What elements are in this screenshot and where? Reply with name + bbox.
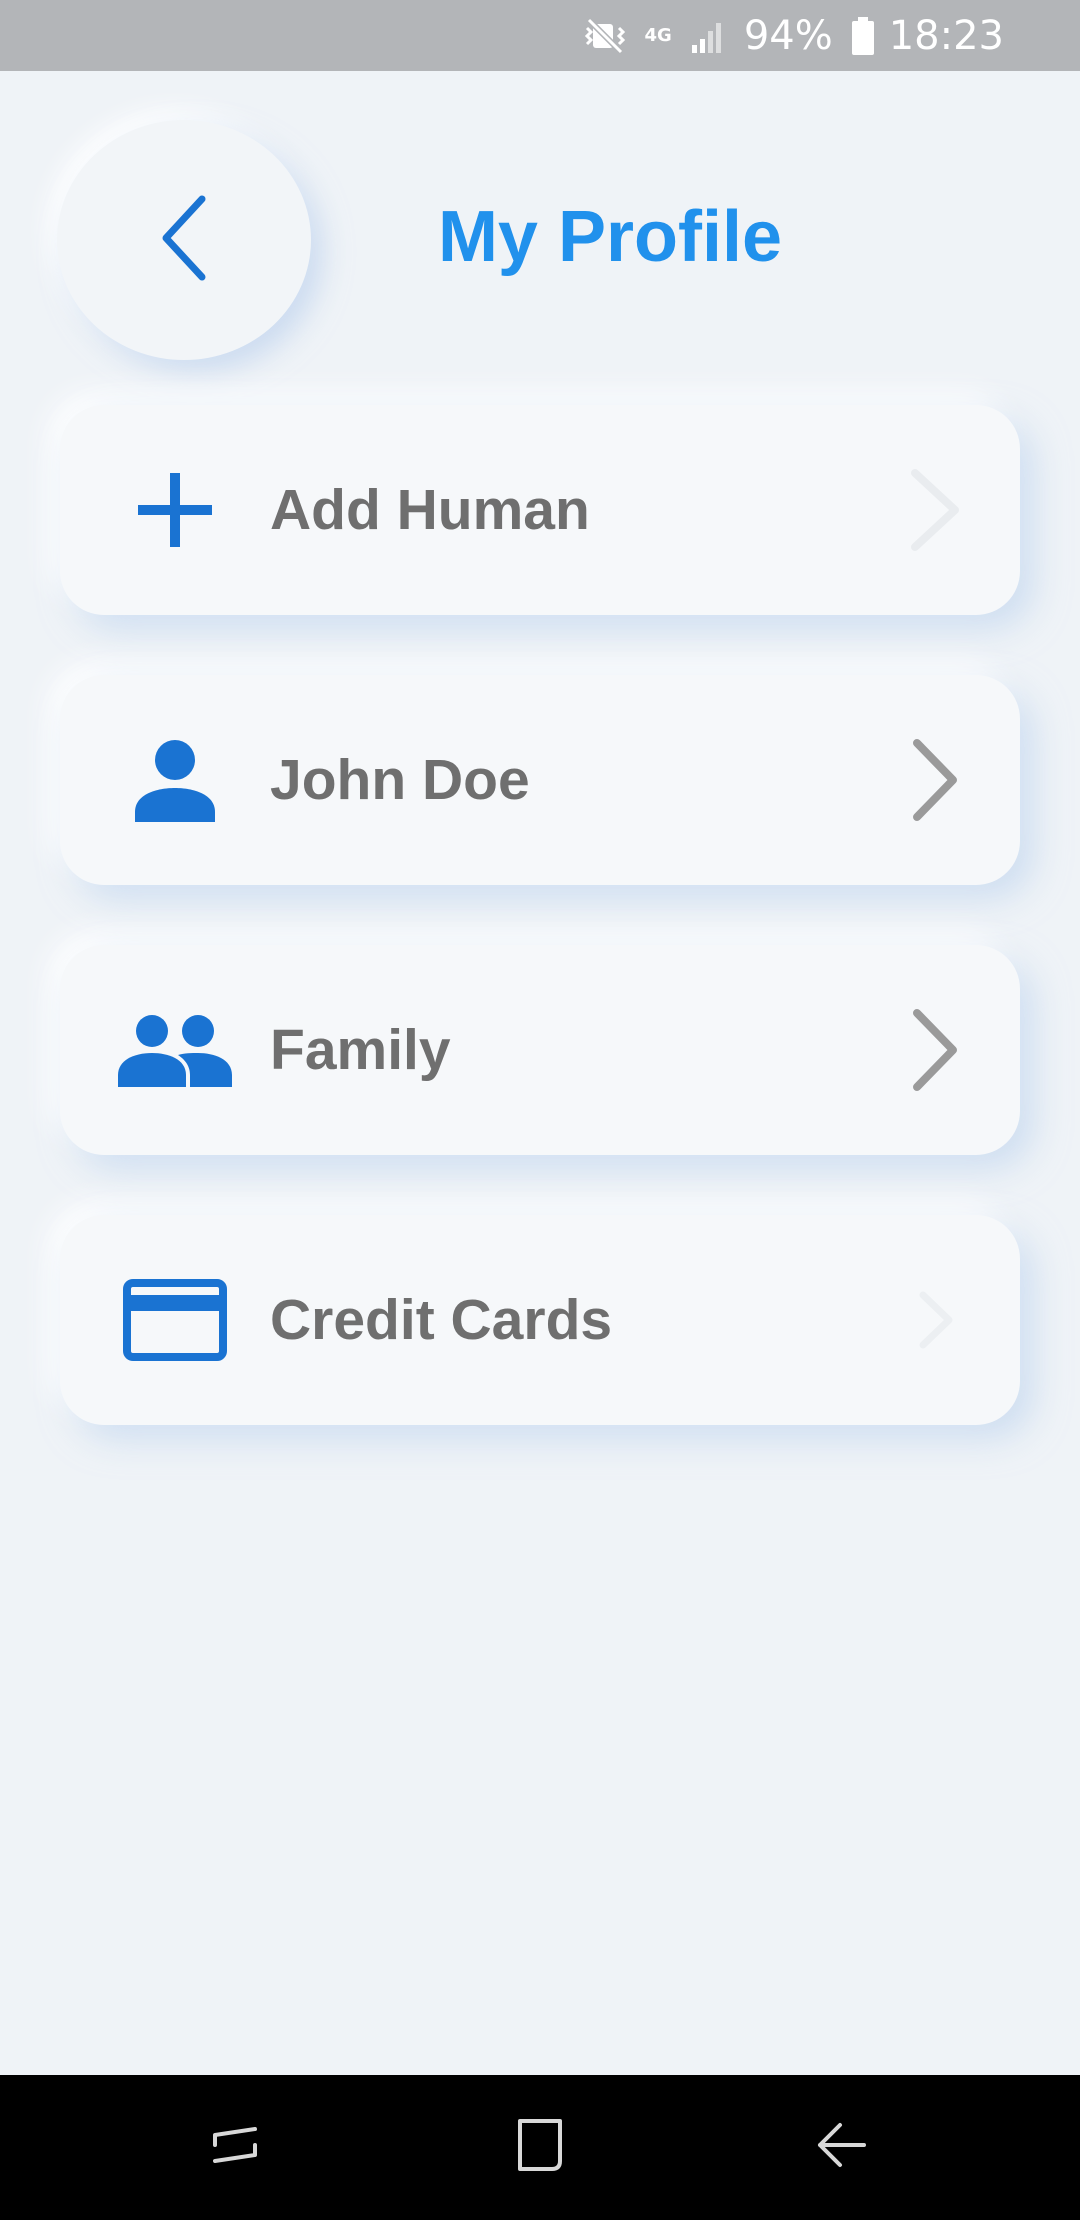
add-human-button[interactable]: Add Human (60, 405, 1020, 615)
page-title: My Profile (437, 197, 783, 277)
people-icon (110, 990, 240, 1110)
person-icon (110, 720, 240, 840)
plus-icon (110, 450, 240, 570)
signal-bars-icon (690, 19, 726, 53)
credit-cards-label: Credit Cards (270, 1288, 613, 1352)
recents-icon (205, 2115, 265, 2180)
home-button[interactable] (490, 2097, 590, 2197)
battery-percent: 94% (743, 12, 833, 59)
system-back-button[interactable] (790, 2097, 890, 2197)
chevron-right-icon (900, 465, 970, 555)
credit-card-icon (110, 1260, 240, 1380)
add-human-label: Add Human (270, 478, 590, 542)
chevron-right-icon (900, 1275, 970, 1365)
back-button[interactable] (57, 120, 311, 360)
clock-time: 18:23 (888, 12, 1004, 59)
status-bar: 4G 94% 18:23 (0, 0, 1080, 71)
network-type-label: 4G (644, 24, 672, 46)
credit-cards-button[interactable]: Credit Cards (60, 1215, 1020, 1425)
vibrate-mute-icon (583, 16, 627, 56)
family-label: Family (270, 1018, 451, 1082)
back-arrow-icon (810, 2115, 870, 2180)
john-doe-label: John Doe (270, 748, 530, 812)
battery-icon (851, 16, 875, 55)
chevron-right-icon (900, 735, 970, 825)
recents-button[interactable] (185, 2097, 285, 2197)
chevron-right-icon (900, 1005, 970, 1095)
john-doe-button[interactable]: John Doe (60, 675, 1020, 885)
navigation-bar (0, 2075, 1080, 2220)
home-icon (510, 2115, 570, 2180)
family-button[interactable]: Family (60, 945, 1020, 1155)
chevron-left-icon (154, 193, 214, 288)
